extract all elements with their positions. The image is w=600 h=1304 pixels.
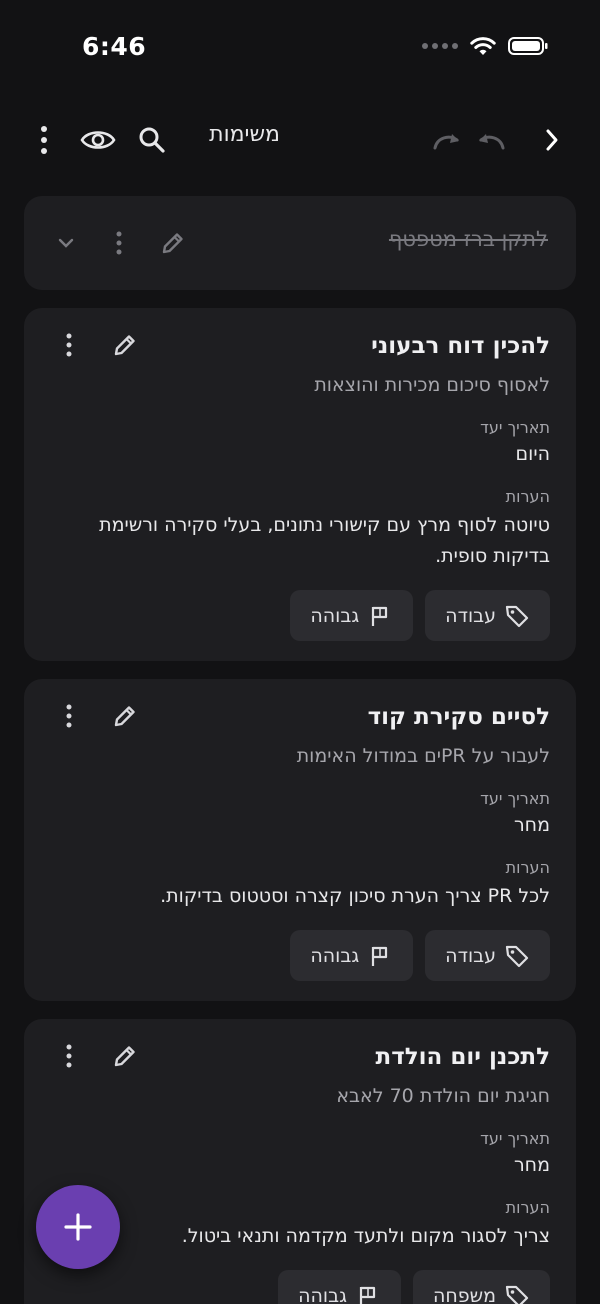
due-date-label: תאריך יעד <box>480 418 550 437</box>
priority-chip[interactable]: גבוהה <box>290 930 414 981</box>
status-icons <box>422 36 548 56</box>
due-date-value: מחר <box>513 814 550 836</box>
page-title: משימות <box>209 122 280 147</box>
search-icon <box>139 127 165 153</box>
notes-label: הערות <box>505 1198 550 1217</box>
expand-button[interactable] <box>49 226 83 260</box>
task-list: לתקן ברז מטפטף להכין דוח רבעוני לאסוף סי… <box>24 196 576 1304</box>
priority-chip-label: גבוהה <box>298 1284 347 1304</box>
category-chip-label: עבודה <box>445 604 496 627</box>
task-subtitle: לאסוף סיכום מכירות והוצאות <box>314 374 550 396</box>
redo-button[interactable] <box>426 118 470 162</box>
undo-button[interactable] <box>468 118 512 162</box>
chevron-right-icon <box>546 129 558 151</box>
status-bar: 6:46 <box>0 0 600 96</box>
task-more-button[interactable] <box>50 326 88 364</box>
more-vertical-icon <box>66 1044 72 1068</box>
task-subtitle: לעבור על PRים במודול האימות <box>296 745 550 767</box>
due-date-label: תאריך יעד <box>480 789 550 808</box>
wifi-icon <box>470 37 496 55</box>
redo-icon <box>433 134 459 150</box>
task-chips: עבודה גבוהה <box>50 930 550 981</box>
task-card[interactable]: להכין דוח רבעוני לאסוף סיכום מכירות והוצ… <box>24 308 576 661</box>
status-time: 6:46 <box>82 32 147 61</box>
notes-value: לכל PR צריך הערת סיכון קצרה וסטטוס בדיקו… <box>160 885 550 907</box>
visibility-button[interactable] <box>76 118 120 162</box>
category-chip-label: עבודה <box>445 944 496 967</box>
task-card[interactable]: לתכנן יום הולדת חגיגת יום הולדת 70 לאבא … <box>24 1019 576 1304</box>
app-bar: משימות <box>0 110 600 170</box>
completed-task-card[interactable]: לתקן ברז מטפטף <box>24 196 576 290</box>
category-chip[interactable]: משפחה <box>412 1270 550 1304</box>
tag-icon <box>504 943 530 969</box>
due-date-value: היום <box>515 443 550 465</box>
forward-button[interactable] <box>530 118 574 162</box>
flag-icon <box>355 1283 381 1304</box>
task-subtitle: חגיגת יום הולדת 70 לאבא <box>336 1085 550 1107</box>
notes-label: הערות <box>505 858 550 877</box>
signal-dots-icon <box>422 43 458 49</box>
task-chips: עבודה גבוהה <box>50 590 550 641</box>
pencil-icon <box>114 706 135 727</box>
more-vertical-icon <box>66 704 72 728</box>
undo-icon <box>479 134 505 150</box>
completed-task-more-button[interactable] <box>102 226 136 260</box>
task-edit-button[interactable] <box>106 1037 144 1075</box>
pencil-icon <box>114 335 135 356</box>
task-more-button[interactable] <box>50 1037 88 1075</box>
plus-icon <box>64 1213 92 1241</box>
category-chip[interactable]: עבודה <box>425 590 550 641</box>
more-menu-button[interactable] <box>22 118 66 162</box>
priority-chip-label: גבוהה <box>310 604 360 627</box>
add-task-button[interactable] <box>36 1185 120 1269</box>
more-vertical-icon <box>116 231 122 255</box>
eye-icon <box>80 131 116 149</box>
completed-task-title: לתקן ברז מטפטף <box>388 227 548 251</box>
category-chip-label: משפחה <box>432 1284 496 1304</box>
flag-icon <box>367 603 393 629</box>
flag-icon <box>367 943 393 969</box>
search-button[interactable] <box>130 118 174 162</box>
priority-chip-label: גבוהה <box>310 944 360 967</box>
category-chip[interactable]: עבודה <box>425 930 550 981</box>
pencil-icon <box>162 233 183 254</box>
more-vertical-icon <box>41 126 47 154</box>
notes-label: הערות <box>505 487 550 506</box>
task-edit-button[interactable] <box>106 326 144 364</box>
tag-icon <box>504 603 530 629</box>
chevron-down-icon <box>58 238 74 248</box>
pencil-icon <box>114 1046 135 1067</box>
due-date-value: מחר <box>513 1154 550 1176</box>
tag-icon <box>504 1283 530 1304</box>
task-edit-button[interactable] <box>106 697 144 735</box>
completed-task-edit-button[interactable] <box>156 226 190 260</box>
task-card[interactable]: לסיים סקירת קוד לעבור על PRים במודול האי… <box>24 679 576 1001</box>
more-vertical-icon <box>66 333 72 357</box>
task-chips: משפחה גבוהה <box>50 1270 550 1304</box>
due-date-label: תאריך יעד <box>480 1129 550 1148</box>
priority-chip[interactable]: גבוהה <box>278 1270 401 1304</box>
priority-chip[interactable]: גבוהה <box>290 590 414 641</box>
notes-value: טיוטה לסוף מרץ עם קישורי נתונים, בעלי סק… <box>99 514 550 567</box>
task-more-button[interactable] <box>50 697 88 735</box>
notes-value: צריך לסגור מקום ולתעד מקדמה ותנאי ביטול. <box>181 1225 550 1247</box>
battery-icon <box>508 37 548 55</box>
